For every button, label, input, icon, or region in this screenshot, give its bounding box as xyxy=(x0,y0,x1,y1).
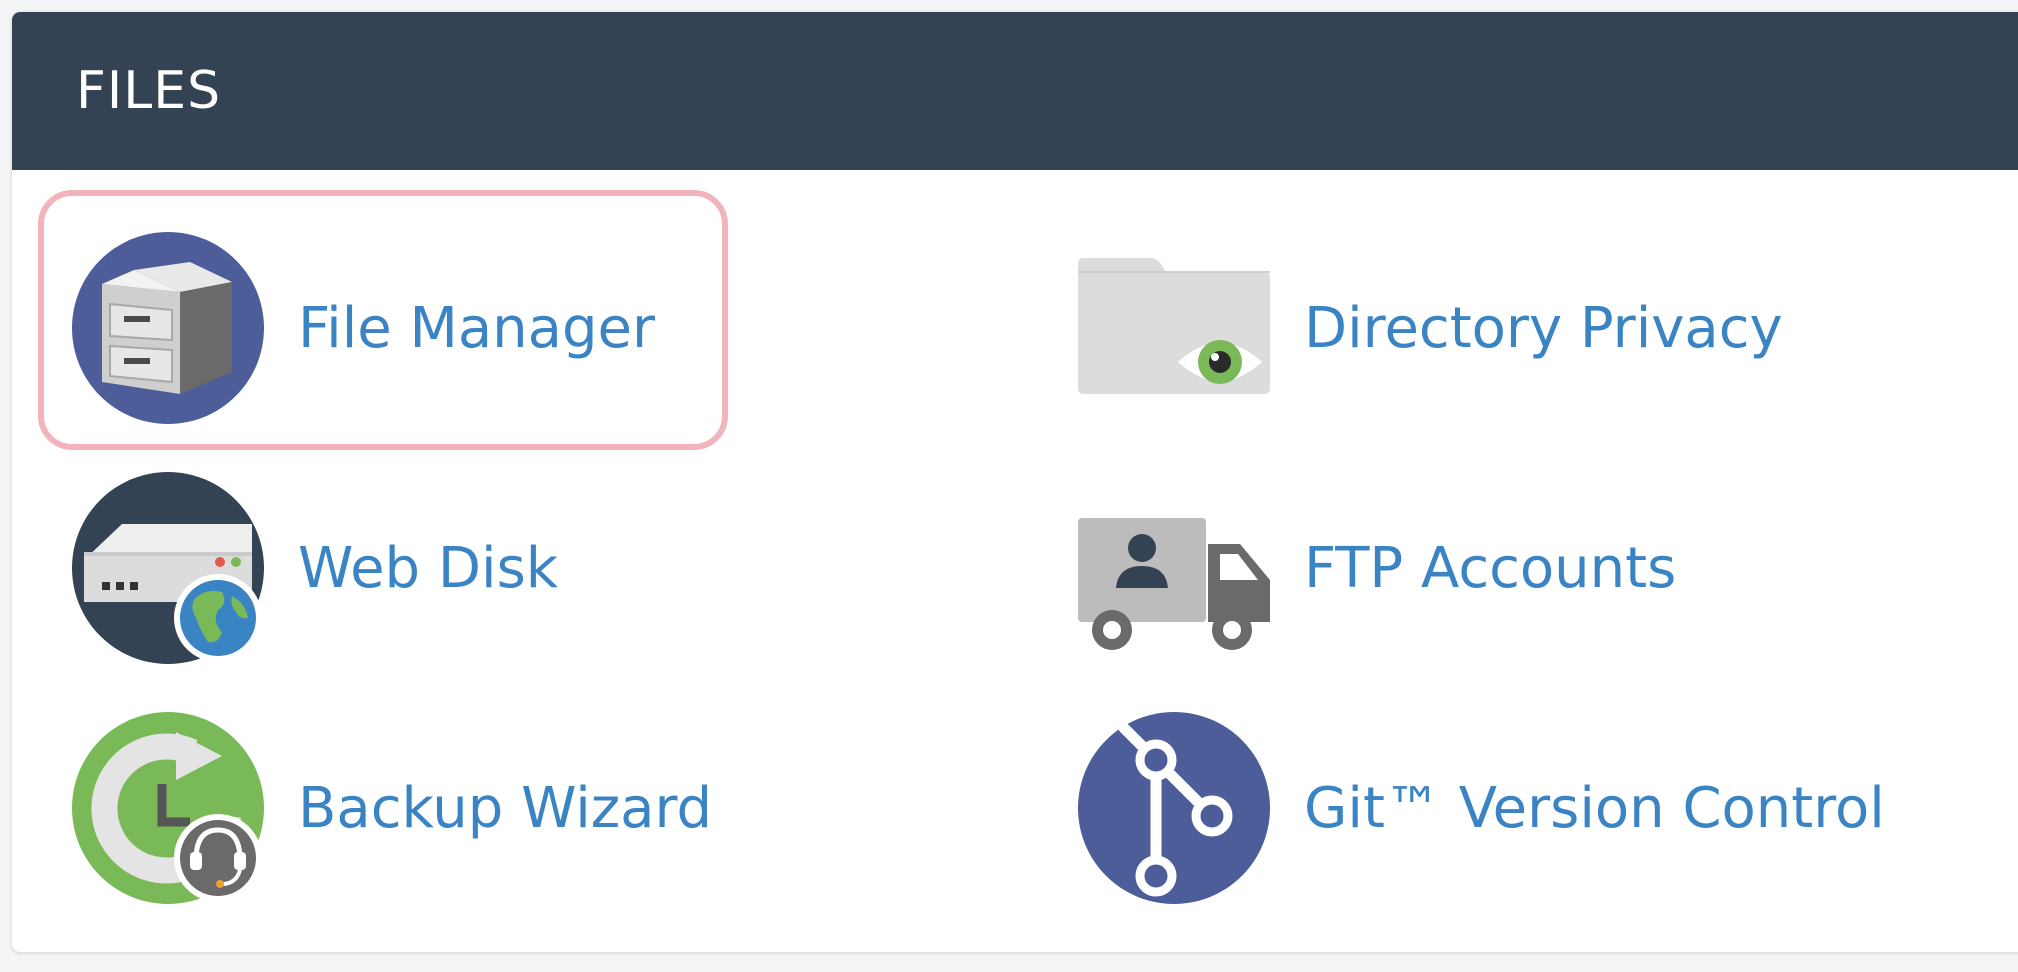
directory-privacy-label: Directory Privacy xyxy=(1304,295,1783,361)
panel-title: FILES xyxy=(76,61,222,121)
git-branch-icon xyxy=(1078,712,1270,904)
ftp-accounts-link[interactable]: FTP Accounts xyxy=(1078,472,1676,664)
server-globe-icon xyxy=(72,472,264,664)
git-version-control-link[interactable]: Git™ Version Control xyxy=(1078,712,1885,904)
panel-header: FILES xyxy=(12,12,2018,170)
backup-wizard-link[interactable]: Backup Wizard xyxy=(72,712,712,904)
file-manager-label: File Manager xyxy=(298,295,655,361)
delivery-truck-icon xyxy=(1078,472,1270,664)
folder-eye-icon xyxy=(1078,232,1270,424)
files-panel: FILES File Manager Directory Privacy Web… xyxy=(12,12,2018,952)
web-disk-link[interactable]: Web Disk xyxy=(72,472,558,664)
file-manager-link[interactable]: File Manager xyxy=(38,190,728,450)
ftp-accounts-label: FTP Accounts xyxy=(1304,535,1677,601)
git-version-control-label: Git™ Version Control xyxy=(1304,775,1885,841)
directory-privacy-link[interactable]: Directory Privacy xyxy=(1078,232,1783,424)
backup-wizard-label: Backup Wizard xyxy=(298,775,713,841)
backup-clock-icon xyxy=(72,712,264,904)
web-disk-label: Web Disk xyxy=(298,535,559,601)
file-cabinet-icon xyxy=(72,232,264,424)
